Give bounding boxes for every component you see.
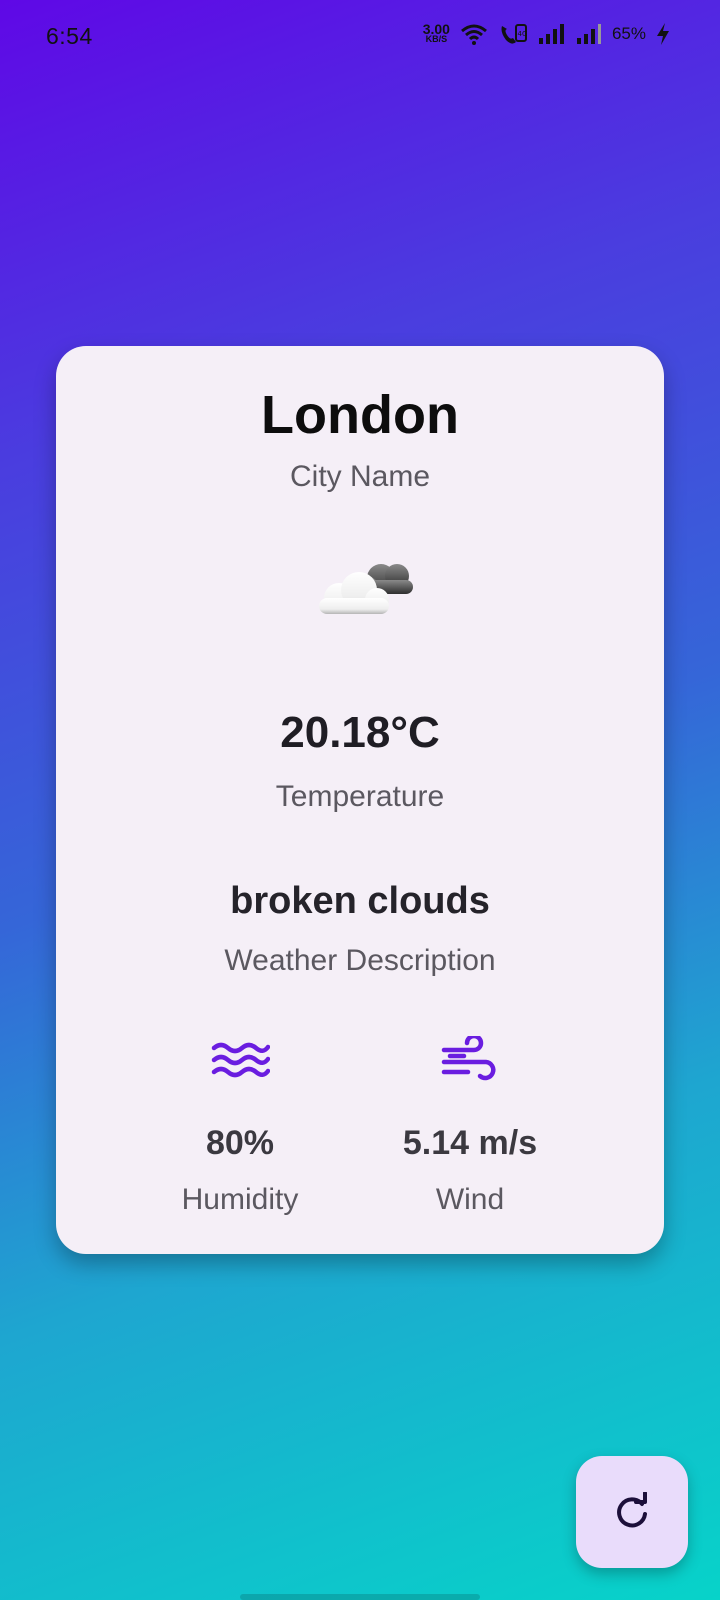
status-time: 6:54 <box>46 23 93 49</box>
home-indicator <box>240 1594 480 1600</box>
temperature-label: Temperature <box>275 780 445 813</box>
city-name: London <box>261 385 459 445</box>
status-bar: 6:54 3.00 KB/S 4G 65% <box>0 0 720 72</box>
network-speed-value: 3.00 <box>422 21 450 37</box>
charging-icon <box>656 23 670 45</box>
humidity-label: Humidity <box>181 1183 299 1216</box>
humidity-stat: 80% Humidity <box>130 1036 350 1217</box>
refresh-icon <box>617 1492 647 1528</box>
weather-description: broken clouds <box>230 880 490 922</box>
status-icons: 3.00 KB/S 4G 65% <box>423 22 670 46</box>
wifi-icon <box>460 23 488 45</box>
broken-clouds-icon <box>319 564 413 614</box>
wind-label: Wind <box>435 1183 505 1216</box>
waves-icon <box>211 1042 270 1078</box>
svg-text:4G: 4G <box>517 30 527 38</box>
wind-icon <box>441 1036 496 1081</box>
battery-level: 65% <box>611 24 646 43</box>
weather-card: London City Name 20.18°C Temperature bro… <box>56 346 664 1254</box>
wind-value: 5.14 m/s <box>402 1124 538 1162</box>
network-speed-unit: KB/S <box>425 34 448 44</box>
city-name-label: City Name <box>289 460 431 493</box>
weather-description-label: Weather Description <box>224 944 496 977</box>
signal-icon <box>576 23 602 45</box>
refresh-button[interactable] <box>576 1456 688 1568</box>
volte-icon: 4G <box>498 22 528 46</box>
humidity-value: 80% <box>205 1124 275 1162</box>
temperature-value: 20.18°C <box>280 708 440 757</box>
wind-stat: 5.14 m/s Wind <box>360 1036 580 1217</box>
signal-icon <box>538 23 566 45</box>
network-speed: 3.00 KB/S <box>422 21 450 44</box>
